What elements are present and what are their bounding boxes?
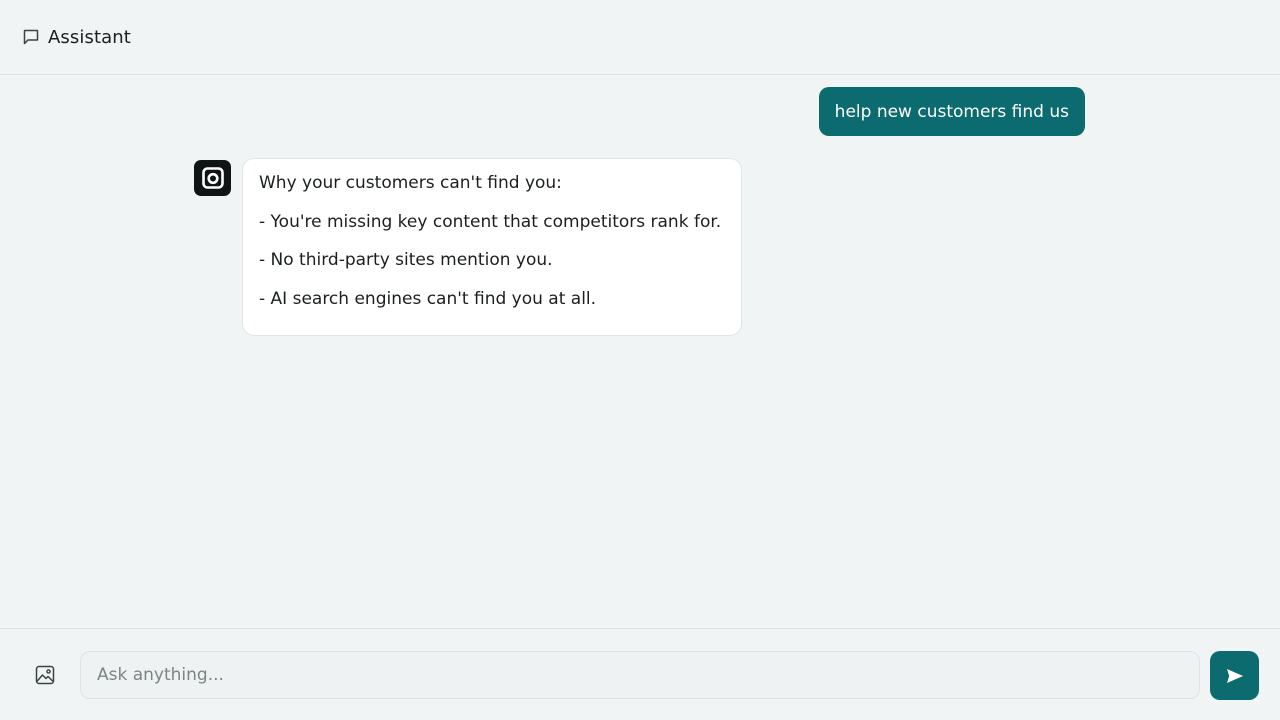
user-message: help new customers find us bbox=[818, 87, 1085, 136]
assistant-message-line: - AI search engines can't find you at al… bbox=[259, 289, 597, 310]
send-button[interactable] bbox=[1210, 651, 1259, 700]
send-icon bbox=[1226, 668, 1244, 684]
assistant-message-line: Why your customers can't find you: bbox=[259, 173, 562, 193]
composer bbox=[0, 628, 1280, 720]
chat-bubble-icon bbox=[22, 28, 40, 46]
assistant-logo-icon bbox=[201, 166, 225, 190]
assistant-message-line: - No third-party sites mention you. bbox=[259, 250, 553, 271]
assistant-message: Why your customers can't find you: - You… bbox=[242, 158, 742, 336]
image-icon bbox=[35, 665, 55, 685]
message-input[interactable] bbox=[81, 652, 1199, 698]
assistant-avatar bbox=[194, 160, 231, 196]
page-title: Assistant bbox=[48, 26, 131, 48]
message-input-wrapper bbox=[80, 651, 1200, 699]
header: Assistant bbox=[0, 0, 1280, 75]
assistant-message-line: - You're missing key content that compet… bbox=[259, 211, 722, 232]
assistant-app: Assistant help new customers find us Why… bbox=[0, 0, 1280, 720]
user-message-text: help new customers find us bbox=[834, 101, 1069, 122]
attach-image-button[interactable] bbox=[33, 663, 57, 687]
